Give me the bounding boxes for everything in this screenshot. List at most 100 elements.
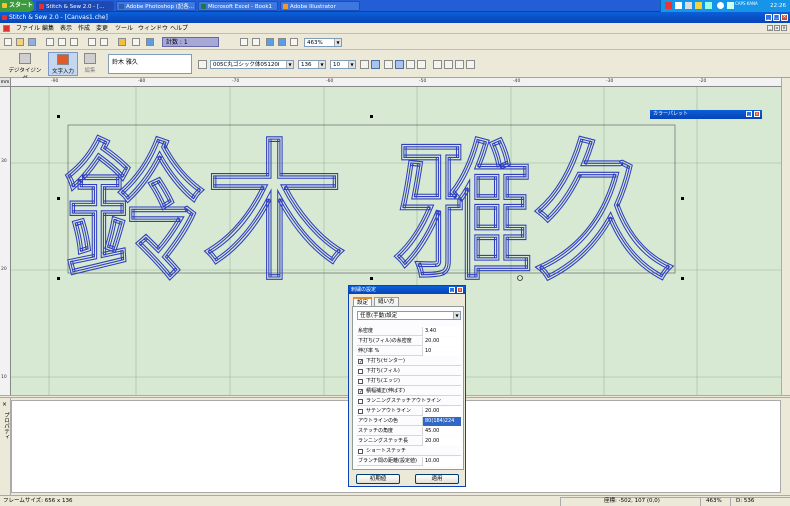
properties-tab[interactable]: × プロパティ	[0, 398, 11, 495]
ime-icon[interactable]	[665, 2, 672, 9]
setting-value[interactable]: 20.00	[422, 337, 461, 346]
vertical-scrollbar[interactable]	[781, 78, 790, 395]
setting-row[interactable]: ランニングステッチアウトライン	[357, 397, 461, 406]
tool-icon[interactable]	[705, 2, 712, 9]
menu-tools[interactable]: ツール	[115, 23, 133, 34]
checkbox[interactable]	[358, 399, 363, 404]
new-file-icon[interactable]	[4, 38, 12, 46]
dialog-minimize-button[interactable]: _	[449, 287, 455, 293]
apply-button[interactable]: 適用	[415, 474, 459, 484]
align-right-icon[interactable]	[406, 60, 415, 69]
setting-row[interactable]: ブランチ間の距離(設定値) 10.00	[357, 457, 461, 466]
default-button[interactable]: 初期値	[356, 474, 400, 484]
checkbox[interactable]	[358, 369, 363, 374]
menu-create[interactable]: 作成	[78, 23, 90, 34]
align-center-icon[interactable]	[395, 60, 404, 69]
checkbox[interactable]	[358, 449, 363, 454]
task-excel[interactable]: Microsoft Excel - Book1	[198, 1, 278, 11]
setting-row[interactable]: ランニングステッチ長 20.00	[357, 437, 461, 446]
color-palette-window[interactable]: カラーパレット _ ×	[650, 110, 762, 119]
task-stitch-sew[interactable]: Stitch & Sew 2.0 - [...	[36, 1, 114, 11]
font-select[interactable]: 005C丸ゴシック体05120I ▼	[210, 60, 294, 69]
save-icon[interactable]	[28, 38, 36, 46]
palette-close-button[interactable]: ×	[754, 111, 760, 117]
color-block-icon[interactable]	[146, 38, 154, 46]
text-input-tool[interactable]: 文字入力	[48, 52, 78, 76]
vertical-text-icon[interactable]	[455, 60, 464, 69]
task-illustrator[interactable]: Adobe Illustrator	[280, 1, 360, 11]
keyboard-icon[interactable]	[695, 2, 702, 9]
tab-settings[interactable]: 設定	[353, 297, 373, 306]
setting-row[interactable]: アウトラインの色 80(184)224	[357, 417, 461, 426]
text-entry-field[interactable]: 鈴木 雅久	[108, 54, 192, 74]
zoom-window-icon[interactable]	[278, 38, 286, 46]
close-icon[interactable]: ×	[2, 401, 7, 408]
paste-icon[interactable]	[70, 38, 78, 46]
tab-stitch-method[interactable]: 縫い方	[374, 297, 399, 306]
italic-icon[interactable]	[371, 60, 380, 69]
grid-icon[interactable]	[132, 38, 140, 46]
setting-value[interactable]: 10.00	[422, 457, 461, 466]
task-photoshop[interactable]: Adobe Photoshop (記各...	[116, 1, 196, 11]
setting-value[interactable]: 20.00	[422, 437, 461, 446]
align-left-icon[interactable]	[384, 60, 393, 69]
open-folder-icon[interactable]	[16, 38, 24, 46]
arc-bottom-icon[interactable]	[444, 60, 453, 69]
preset-select[interactable]: 任意(手動)設定 ▼	[357, 311, 461, 320]
size-select[interactable]: 136 ▼	[298, 60, 326, 69]
undo-icon[interactable]	[88, 38, 96, 46]
setting-row[interactable]: 下打ち(エッジ)	[357, 377, 461, 386]
zoom-select[interactable]: 463% ▼	[304, 38, 342, 47]
setting-value[interactable]: 10	[422, 347, 461, 356]
dialog-title-bar[interactable]: 刺繍の設定 _ ×	[349, 286, 465, 294]
network-icon[interactable]	[727, 2, 734, 9]
input-mode-icon[interactable]	[685, 2, 692, 9]
setting-row[interactable]: サテンアウトライン 20.00	[357, 407, 461, 416]
digitize-tool[interactable]: デジタイジング	[6, 52, 44, 82]
palette-minimize-button[interactable]: _	[746, 111, 752, 117]
maximize-button[interactable]: □	[773, 14, 780, 21]
spacing-select[interactable]: 10 ▼	[330, 60, 356, 69]
setting-row[interactable]: 下打ち(フィル)	[357, 367, 461, 376]
setting-value[interactable]: 3.40	[422, 327, 461, 336]
dialog-close-button[interactable]: ×	[457, 287, 463, 293]
zoom-in-icon[interactable]	[240, 38, 248, 46]
help-icon[interactable]	[675, 2, 682, 9]
checkbox[interactable]	[358, 379, 363, 384]
setting-row[interactable]: 下打ち(フィル)の糸密度 20.00	[357, 337, 461, 346]
setting-row[interactable]: ✓ 積幅補正(伸ばす)	[357, 387, 461, 396]
setting-row[interactable]: ステッチの角度 45.00	[357, 427, 461, 436]
menu-window[interactable]: ウィンドウ	[138, 23, 168, 34]
redo-icon[interactable]	[100, 38, 108, 46]
zoom-out-icon[interactable]	[252, 38, 260, 46]
checked-checkbox[interactable]: ✓	[358, 389, 363, 395]
checked-checkbox[interactable]: ✓	[358, 359, 363, 365]
setting-row[interactable]: 伸び率 % 10	[357, 347, 461, 356]
cut-icon[interactable]	[46, 38, 54, 46]
speaker-icon[interactable]	[717, 2, 724, 9]
setting-row[interactable]: ショートステッチ	[357, 447, 461, 456]
menu-help[interactable]: ヘルプ	[170, 23, 188, 34]
close-button[interactable]: ×	[781, 14, 788, 21]
checkbox[interactable]	[358, 409, 363, 414]
zoom-fit-icon[interactable]	[266, 38, 274, 46]
minimize-button[interactable]: _	[765, 14, 772, 21]
setting-row[interactable]: 糸密度 3.40	[357, 327, 461, 336]
menu-modify[interactable]: 変更	[96, 23, 108, 34]
horizontal-text-icon[interactable]	[466, 60, 475, 69]
hand-icon[interactable]	[118, 38, 126, 46]
menu-view[interactable]: 表示	[60, 23, 72, 34]
setting-value[interactable]: 45.00	[422, 427, 461, 436]
arc-top-icon[interactable]	[433, 60, 442, 69]
mdi-restore-button[interactable]: ▫	[774, 25, 780, 31]
menu-file[interactable]: ファイル	[16, 23, 40, 34]
mdi-minimize-button[interactable]: _	[767, 25, 773, 31]
menu-edit[interactable]: 編集	[42, 23, 54, 34]
edit-tool[interactable]: 編集	[80, 52, 100, 76]
copy-icon[interactable]	[58, 38, 66, 46]
setting-value[interactable]: 20.00	[422, 407, 461, 416]
setting-row[interactable]: ✓ 下打ち(センター)	[357, 357, 461, 366]
prev-icon[interactable]	[198, 60, 207, 69]
zoom-page-icon[interactable]	[290, 38, 298, 46]
setting-value[interactable]: 80(184)224	[422, 417, 461, 426]
